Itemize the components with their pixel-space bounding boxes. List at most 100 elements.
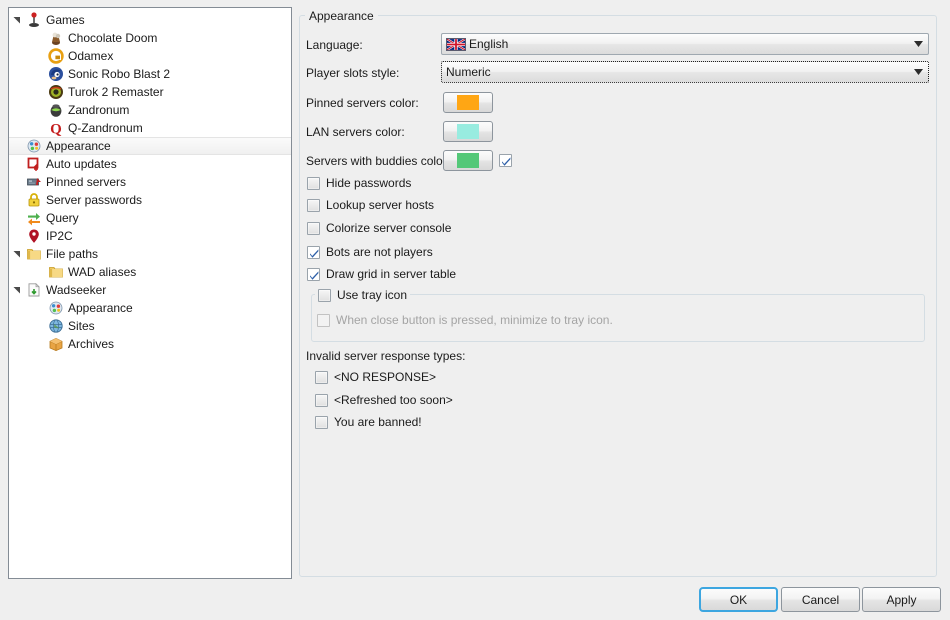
tree-item-label: Turok 2 Remaster — [68, 85, 164, 99]
tree-item-appearance[interactable]: Appearance — [9, 299, 291, 317]
option-checkbox[interactable] — [307, 221, 320, 235]
invalid-response-checkbox[interactable] — [315, 415, 328, 429]
invalid-response-checkbox[interactable] — [315, 393, 328, 407]
tree-item-label: Games — [46, 13, 85, 27]
tree-item-query[interactable]: Query — [9, 209, 291, 227]
invalid-response-checkbox[interactable] — [315, 370, 328, 384]
option-checkbox-row-3[interactable]: Bots are not players — [307, 245, 433, 259]
tree-item-q-zandronum[interactable]: Q Q-Zandronum — [9, 119, 291, 137]
tree-item-ip2c[interactable]: IP2C — [9, 227, 291, 245]
buddies-color-enable-checkbox-row[interactable] — [499, 154, 512, 167]
use-tray-icon-checkbox-row[interactable]: Use tray icon — [315, 288, 411, 302]
globe-icon — [47, 318, 65, 334]
tree-item-zandronum[interactable]: Zandronum — [9, 101, 291, 119]
configuration-tree[interactable]: Games Chocolate Doom Odamex Sonic Robo Blas… — [8, 7, 292, 579]
tree-item-label: Archives — [68, 337, 115, 351]
option-label: Hide passwords — [326, 176, 412, 190]
wadseeker-icon — [25, 282, 43, 298]
invalid-response-label: <NO RESPONSE> — [334, 370, 437, 384]
pinned-servers-icon — [25, 174, 43, 190]
tree-item-server-passwords[interactable]: Server passwords — [9, 191, 291, 209]
chocolate-doom-icon — [47, 30, 65, 46]
color-picker-button-1[interactable] — [443, 121, 493, 142]
q-zandronum-icon: Q — [47, 120, 65, 136]
tree-item-label: Server passwords — [46, 193, 143, 207]
settings-dialog: Games Chocolate Doom Odamex Sonic Robo Blas… — [0, 0, 950, 620]
expand-collapse-triangle-icon[interactable] — [9, 250, 25, 258]
color-label-0: Pinned servers color: — [306, 96, 419, 110]
minimize-to-tray-checkbox-row: When close button is pressed, minimize t… — [317, 313, 613, 327]
chevron-down-icon[interactable] — [908, 41, 928, 47]
color-picker-button-2[interactable] — [443, 150, 493, 171]
player-slots-style-label: Player slots style: — [306, 66, 400, 80]
tree-item-wad-aliases[interactable]: WAD aliases — [9, 263, 291, 281]
color-swatch — [457, 95, 479, 110]
tree-item-sonic-robo-blast-2[interactable]: Sonic Robo Blast 2 — [9, 65, 291, 83]
expand-collapse-triangle-icon[interactable] — [9, 286, 25, 294]
tree-item-archives[interactable]: Archives — [9, 335, 291, 353]
sonic-icon — [47, 66, 65, 82]
option-checkbox[interactable] — [307, 198, 320, 212]
tree-item-label: Query — [46, 211, 79, 225]
tree-item-label: Chocolate Doom — [68, 31, 158, 45]
tree-item-label: Appearance — [46, 139, 111, 153]
option-checkbox-row-4[interactable]: Draw grid in server table — [307, 267, 456, 281]
tree-item-odamex[interactable]: Odamex — [9, 47, 291, 65]
refresh-arrows-icon — [25, 210, 43, 226]
option-checkbox-row-1[interactable]: Lookup server hosts — [307, 198, 434, 212]
chevron-down-icon[interactable] — [908, 69, 928, 75]
tree-item-sites[interactable]: Sites — [9, 317, 291, 335]
player-slots-style-combobox[interactable]: Numeric — [441, 61, 929, 83]
folder-icon — [47, 264, 65, 280]
color-picker-button-0[interactable] — [443, 92, 493, 113]
tree-item-auto-updates[interactable]: Auto updates — [9, 155, 291, 173]
tree-item-pinned-servers[interactable]: Pinned servers — [9, 173, 291, 191]
color-swatch — [457, 124, 479, 139]
tree-item-wadseeker[interactable]: Wadseeker — [9, 281, 291, 299]
tree-item-label: Auto updates — [46, 157, 117, 171]
odamex-icon — [47, 48, 65, 64]
player-slots-style-value: Numeric — [446, 65, 491, 79]
invalid-response-row-2[interactable]: You are banned! — [315, 415, 422, 429]
turok2-icon — [47, 84, 65, 100]
use-tray-icon-checkbox[interactable] — [318, 288, 331, 302]
tree-item-label: Wadseeker — [46, 283, 107, 297]
apply-button[interactable]: Apply — [862, 587, 941, 612]
map-pin-icon — [25, 228, 43, 244]
option-checkbox-row-2[interactable]: Colorize server console — [307, 221, 451, 235]
language-label: Language: — [306, 38, 363, 52]
tree-item-label: Odamex — [68, 49, 114, 63]
option-checkbox-row-0[interactable]: Hide passwords — [307, 176, 411, 190]
tree-item-label: File paths — [46, 247, 99, 261]
option-checkbox[interactable] — [307, 267, 320, 281]
invalid-response-row-0[interactable]: <NO RESPONSE> — [315, 370, 436, 384]
tree-item-label: Appearance — [68, 301, 133, 315]
appearance-groupbox-title: Appearance — [305, 9, 378, 23]
minimize-to-tray-checkbox — [317, 313, 330, 327]
tree-item-label: IP2C — [46, 229, 73, 243]
tree-item-turok-2-remaster[interactable]: Turok 2 Remaster — [9, 83, 291, 101]
expand-collapse-triangle-icon[interactable] — [9, 16, 25, 24]
cancel-button[interactable]: Cancel — [781, 587, 860, 612]
zandronum-icon — [47, 102, 65, 118]
language-combobox[interactable]: English — [441, 33, 929, 55]
option-checkbox[interactable] — [307, 176, 320, 190]
tree-item-chocolate-doom[interactable]: Chocolate Doom — [9, 29, 291, 47]
option-label: Draw grid in server table — [326, 267, 457, 281]
tree-item-appearance[interactable]: Appearance — [9, 137, 291, 155]
color-swatch — [457, 153, 479, 168]
invalid-response-row-1[interactable]: <Refreshed too soon> — [315, 393, 453, 407]
svg-text:Q: Q — [50, 122, 62, 136]
language-value: English — [469, 37, 509, 51]
invalid-response-label: You are banned! — [334, 415, 422, 429]
tree-item-file-paths[interactable]: File paths — [9, 245, 291, 263]
option-label: Bots are not players — [326, 245, 433, 259]
minimize-to-tray-label: When close button is pressed, minimize t… — [336, 313, 613, 327]
option-checkbox[interactable] — [307, 245, 320, 259]
buddies-color-enable-checkbox[interactable] — [499, 154, 512, 167]
ok-button[interactable]: OK — [699, 587, 778, 612]
option-label: Lookup server hosts — [326, 198, 435, 212]
tree-item-games[interactable]: Games — [9, 11, 291, 29]
union-jack-flag-icon — [446, 37, 466, 51]
option-label: Colorize server console — [326, 221, 452, 235]
